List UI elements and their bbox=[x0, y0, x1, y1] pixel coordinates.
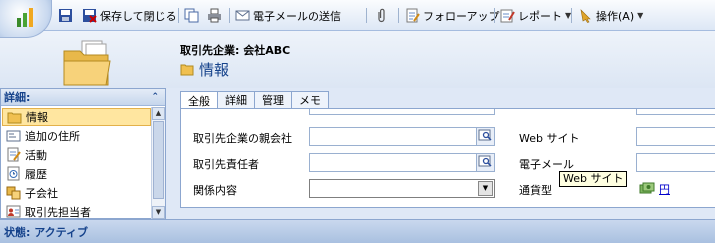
scroll-thumb[interactable] bbox=[153, 121, 164, 199]
toolbar: 保存して閉じる 電子メールの送信 フォローアップ レポート ▼ 操作(A) ▼ bbox=[0, 0, 715, 31]
scroll-up-icon[interactable]: ▲ bbox=[152, 107, 165, 120]
collapse-icon[interactable]: ⌃ bbox=[151, 92, 159, 102]
currency-field[interactable]: 円 bbox=[636, 179, 715, 198]
contacts-icon bbox=[6, 205, 21, 218]
crm-logo-icon bbox=[17, 8, 33, 27]
currency-lookup-icon bbox=[639, 182, 655, 193]
status-bar: 状態: アクティブ bbox=[0, 219, 715, 243]
account-folder-icon bbox=[63, 40, 111, 86]
email-field[interactable] bbox=[636, 153, 715, 172]
relationship-type-select[interactable]: ▼ bbox=[309, 179, 495, 198]
parent-account-label: 取引先企業の親会社 bbox=[193, 132, 292, 145]
entity-title: 取引先企業: 会社ABC bbox=[180, 44, 291, 57]
lookup-icon bbox=[478, 129, 492, 141]
cut-off-field-right[interactable] bbox=[636, 109, 715, 115]
currency-label: 通貨型 bbox=[519, 184, 552, 197]
email-icon bbox=[235, 10, 250, 21]
save-button[interactable] bbox=[58, 7, 76, 24]
nav-item-activities[interactable]: 活動 bbox=[1, 145, 152, 164]
print-icon bbox=[208, 8, 221, 23]
paperclip-icon bbox=[378, 8, 385, 23]
save-and-close-button[interactable]: 保存して閉じる bbox=[82, 7, 177, 24]
nav-item-history[interactable]: 履歴 bbox=[1, 164, 152, 183]
attach-file-button[interactable] bbox=[374, 7, 389, 24]
actions-icon bbox=[580, 9, 591, 23]
info-form-icon bbox=[7, 112, 22, 123]
website-label: Web サイト bbox=[519, 132, 580, 145]
nav-section-header[interactable]: 詳細: ⌃ bbox=[1, 89, 165, 106]
actions-menu[interactable]: 操作(A) ▼ bbox=[578, 7, 643, 24]
follow-up-icon bbox=[406, 8, 420, 23]
tab-notes[interactable]: メモ bbox=[291, 91, 329, 108]
status-text: 状態: アクティブ bbox=[4, 225, 89, 239]
save-icon bbox=[59, 9, 72, 22]
sub-accounts-icon bbox=[6, 186, 21, 200]
primary-contact-label: 取引先責任者 bbox=[193, 158, 259, 171]
send-email-button[interactable]: 電子メールの送信 bbox=[235, 7, 341, 24]
lookup-button[interactable] bbox=[476, 154, 494, 171]
form-tabs: 全般 詳細 管理 メモ bbox=[180, 91, 329, 109]
nav-item-more-addresses[interactable]: 追加の住所 bbox=[1, 126, 152, 145]
copy-icon bbox=[184, 8, 199, 23]
report-icon bbox=[500, 9, 515, 23]
print-button[interactable] bbox=[207, 7, 222, 24]
activities-icon bbox=[7, 147, 21, 162]
tooltip: Web サイト bbox=[559, 171, 628, 187]
reports-menu[interactable]: レポート ▼ bbox=[500, 7, 571, 24]
nav-scrollbar[interactable]: ▲ ▼ bbox=[151, 107, 165, 219]
form-header: 取引先企業: 会社ABC 情報 bbox=[0, 31, 715, 88]
scroll-down-icon[interactable]: ▼ bbox=[152, 206, 165, 219]
relationship-type-label: 関係内容 bbox=[193, 184, 237, 197]
nav-item-information[interactable]: 情報 bbox=[2, 108, 151, 126]
lookup-icon bbox=[478, 155, 492, 167]
save-as-button[interactable] bbox=[184, 7, 199, 24]
nav-item-sub-accounts[interactable]: 子会社 bbox=[1, 183, 152, 202]
chevron-down-icon: ▼ bbox=[637, 11, 644, 20]
cut-off-field[interactable] bbox=[309, 109, 495, 115]
save-close-icon bbox=[83, 9, 97, 23]
info-form-icon bbox=[180, 64, 194, 76]
website-field[interactable] bbox=[636, 127, 715, 146]
tab-administration[interactable]: 管理 bbox=[254, 91, 292, 108]
chevron-down-icon[interactable]: ▼ bbox=[478, 181, 493, 196]
address-icon bbox=[6, 130, 21, 142]
page-title: 情報 bbox=[180, 59, 229, 80]
tab-details[interactable]: 詳細 bbox=[217, 91, 255, 108]
form-body: 取引先企業の親会社 取引先責任者 関係内容 ▼ Web サイト 電子メール 通貨… bbox=[180, 108, 715, 208]
follow-up-button[interactable]: フォローアップ bbox=[405, 7, 500, 24]
history-icon bbox=[7, 166, 20, 181]
currency-value-link[interactable]: 円 bbox=[659, 181, 670, 197]
parent-account-field[interactable] bbox=[309, 127, 495, 146]
tab-general[interactable]: 全般 bbox=[180, 91, 218, 109]
email-label: 電子メール bbox=[519, 158, 574, 171]
lookup-button[interactable] bbox=[476, 128, 494, 145]
primary-contact-field[interactable] bbox=[309, 153, 495, 172]
left-navigation: 詳細: ⌃ 情報 追加の住所 活動 履歴 子会社 取引先担当者 ▲ ▼ bbox=[0, 88, 166, 219]
